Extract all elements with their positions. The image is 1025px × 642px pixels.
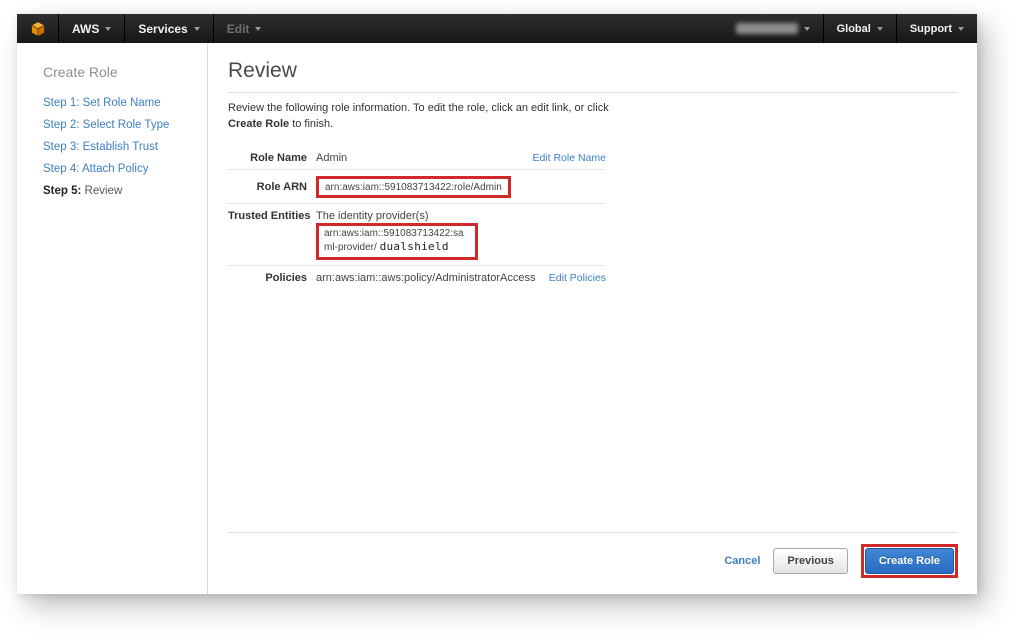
title-divider — [228, 92, 958, 93]
nav-menu-services[interactable]: Services — [125, 14, 212, 43]
policies-label: Policies — [228, 270, 316, 284]
aws-cube-logo-icon — [29, 20, 47, 38]
role-name-value: Admin — [316, 150, 532, 164]
trusted-entities-intro: The identity provider(s) — [316, 210, 606, 222]
chevron-down-icon — [255, 27, 261, 31]
user-name-redacted — [736, 23, 798, 34]
field-row-trusted-entities: Trusted Entities The identity provider(s… — [228, 203, 606, 265]
sidebar-step-3[interactable]: Step 3: Establish Trust — [43, 141, 197, 153]
previous-button[interactable]: Previous — [773, 548, 847, 574]
wizard-sidebar: Create Role Step 1: Set Role Name Step 2… — [17, 43, 208, 594]
field-row-policies: Policies arn:aws:iam::aws:policy/Adminis… — [228, 265, 606, 289]
sidebar-step-5-prefix: Step 5: — [43, 185, 81, 197]
trusted-entity-annotation-box: arn:aws:iam::591083713422:saml-provider/… — [316, 223, 478, 260]
nav-menu-services-label: Services — [138, 22, 187, 36]
nav-user-menu[interactable] — [723, 14, 823, 43]
nav-support-label: Support — [910, 23, 952, 35]
wizard-title: Create Role — [43, 64, 197, 80]
nav-menu-edit[interactable]: Edit — [214, 14, 275, 43]
chevron-down-icon — [877, 27, 883, 31]
role-arn-annotation-box: arn:aws:iam::591083713422:role/Admin — [316, 176, 511, 198]
sidebar-step-1[interactable]: Step 1: Set Role Name — [43, 97, 197, 109]
page-title: Review — [228, 59, 958, 83]
edit-role-name-link[interactable]: Edit Role Name — [532, 150, 606, 164]
review-description: Review the following role information. T… — [228, 101, 616, 133]
nav-region-menu[interactable]: Global — [824, 14, 896, 43]
nav-region-label: Global — [837, 23, 871, 35]
cancel-link[interactable]: Cancel — [724, 555, 760, 567]
nav-menu-aws[interactable]: AWS — [59, 14, 124, 43]
role-arn-label: Role ARN — [228, 174, 316, 193]
field-row-role-arn: Role ARN arn:aws:iam::591083713422:role/… — [228, 169, 606, 203]
sidebar-step-5-current: Step 5: Review — [43, 185, 197, 197]
review-fields-table: Role Name Admin Edit Role Name Role ARN … — [228, 146, 606, 289]
role-arn-value: arn:aws:iam::591083713422:role/Admin — [325, 182, 502, 193]
saml-provider-name: dualshield — [380, 240, 449, 253]
chevron-down-icon — [194, 27, 200, 31]
description-bold-text: Create Role — [228, 118, 289, 130]
nav-support-menu[interactable]: Support — [897, 14, 977, 43]
description-text: to finish. — [289, 118, 333, 130]
aws-home-button[interactable] — [17, 14, 58, 43]
trusted-entities-label: Trusted Entities — [228, 208, 316, 222]
create-role-annotation-box: Create Role — [861, 544, 958, 578]
content-spacer — [228, 289, 958, 532]
role-name-label: Role Name — [228, 150, 316, 164]
nav-menu-edit-label: Edit — [227, 22, 250, 36]
sidebar-step-4[interactable]: Step 4: Attach Policy — [43, 163, 197, 175]
description-text: Review the following role information. T… — [228, 102, 609, 114]
chevron-down-icon — [804, 27, 810, 31]
sidebar-step-2[interactable]: Step 2: Select Role Type — [43, 119, 197, 131]
chevron-down-icon — [958, 27, 964, 31]
sidebar-step-5-label: Review — [85, 185, 123, 197]
policies-value: arn:aws:iam::aws:policy/AdministratorAcc… — [316, 270, 549, 284]
footer-actions: Cancel Previous Create Role — [228, 533, 958, 582]
chevron-down-icon — [105, 27, 111, 31]
nav-menu-aws-label: AWS — [72, 22, 99, 36]
edit-policies-link[interactable]: Edit Policies — [549, 270, 606, 284]
console-window: AWS Services Edit Global — [17, 14, 977, 594]
trusted-entities-value: The identity provider(s) arn:aws:iam::59… — [316, 208, 606, 260]
role-arn-value-wrap: arn:aws:iam::591083713422:role/Admin — [316, 174, 606, 198]
review-pane: Review Review the following role informa… — [208, 43, 977, 594]
create-role-button[interactable]: Create Role — [865, 548, 954, 574]
top-navbar: AWS Services Edit Global — [17, 14, 977, 43]
field-row-role-name: Role Name Admin Edit Role Name — [228, 146, 606, 169]
